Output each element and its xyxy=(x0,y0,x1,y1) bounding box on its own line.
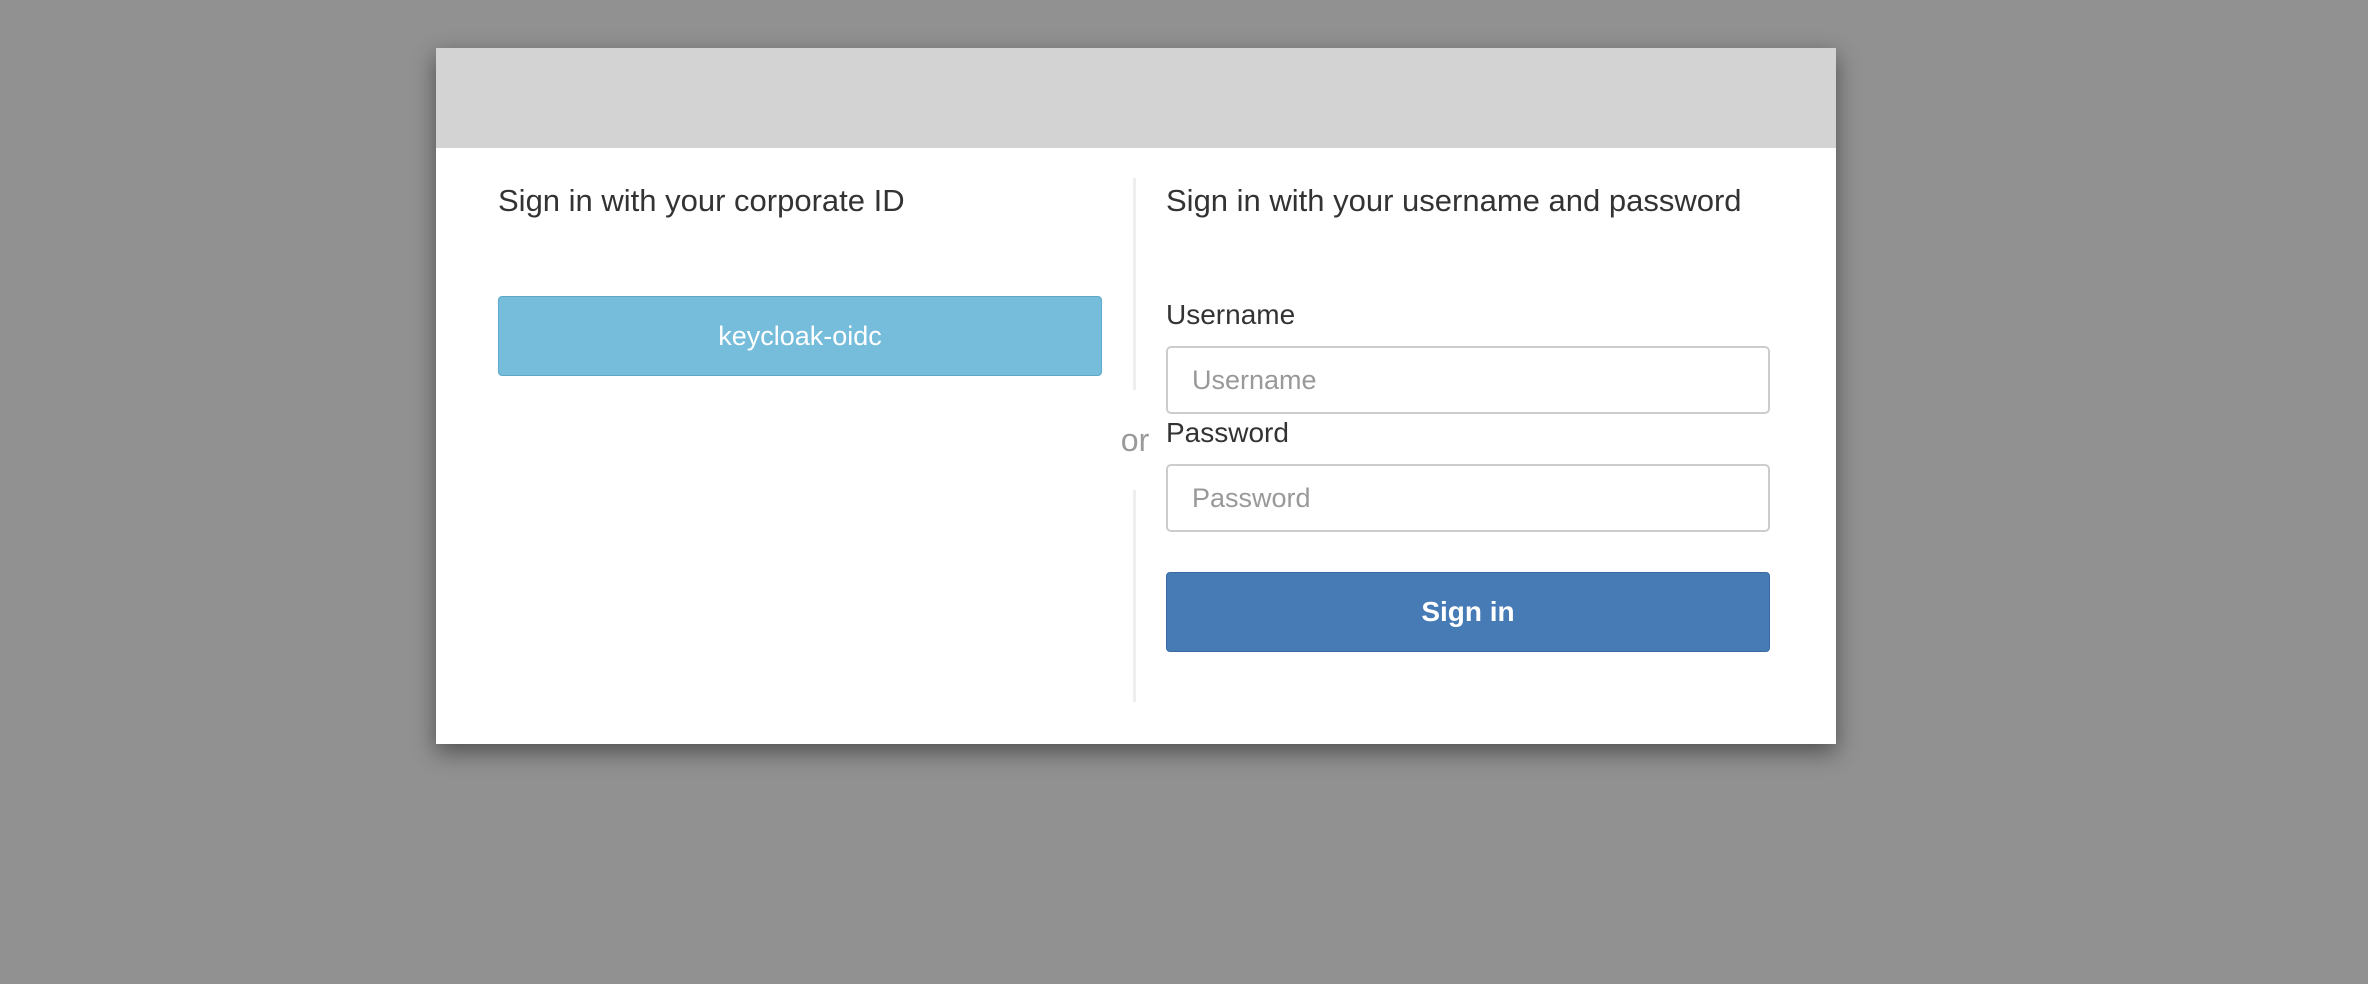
sign-in-button[interactable]: Sign in xyxy=(1166,572,1770,652)
password-input[interactable] xyxy=(1166,464,1770,532)
login-dialog: Sign in with your corporate ID keycloak-… xyxy=(436,48,1836,744)
keycloak-oidc-button[interactable]: keycloak-oidc xyxy=(498,296,1102,376)
username-password-heading: Sign in with your username and password xyxy=(1166,183,1742,218)
dialog-header xyxy=(436,48,1836,148)
username-input[interactable] xyxy=(1166,346,1770,414)
divider-line-top xyxy=(1133,178,1136,390)
corporate-id-heading: Sign in with your corporate ID xyxy=(498,183,905,218)
password-label: Password xyxy=(1166,417,1289,448)
username-label: Username xyxy=(1166,299,1296,330)
divider-line-bottom xyxy=(1133,490,1136,702)
divider-or-text: or xyxy=(1120,422,1150,458)
